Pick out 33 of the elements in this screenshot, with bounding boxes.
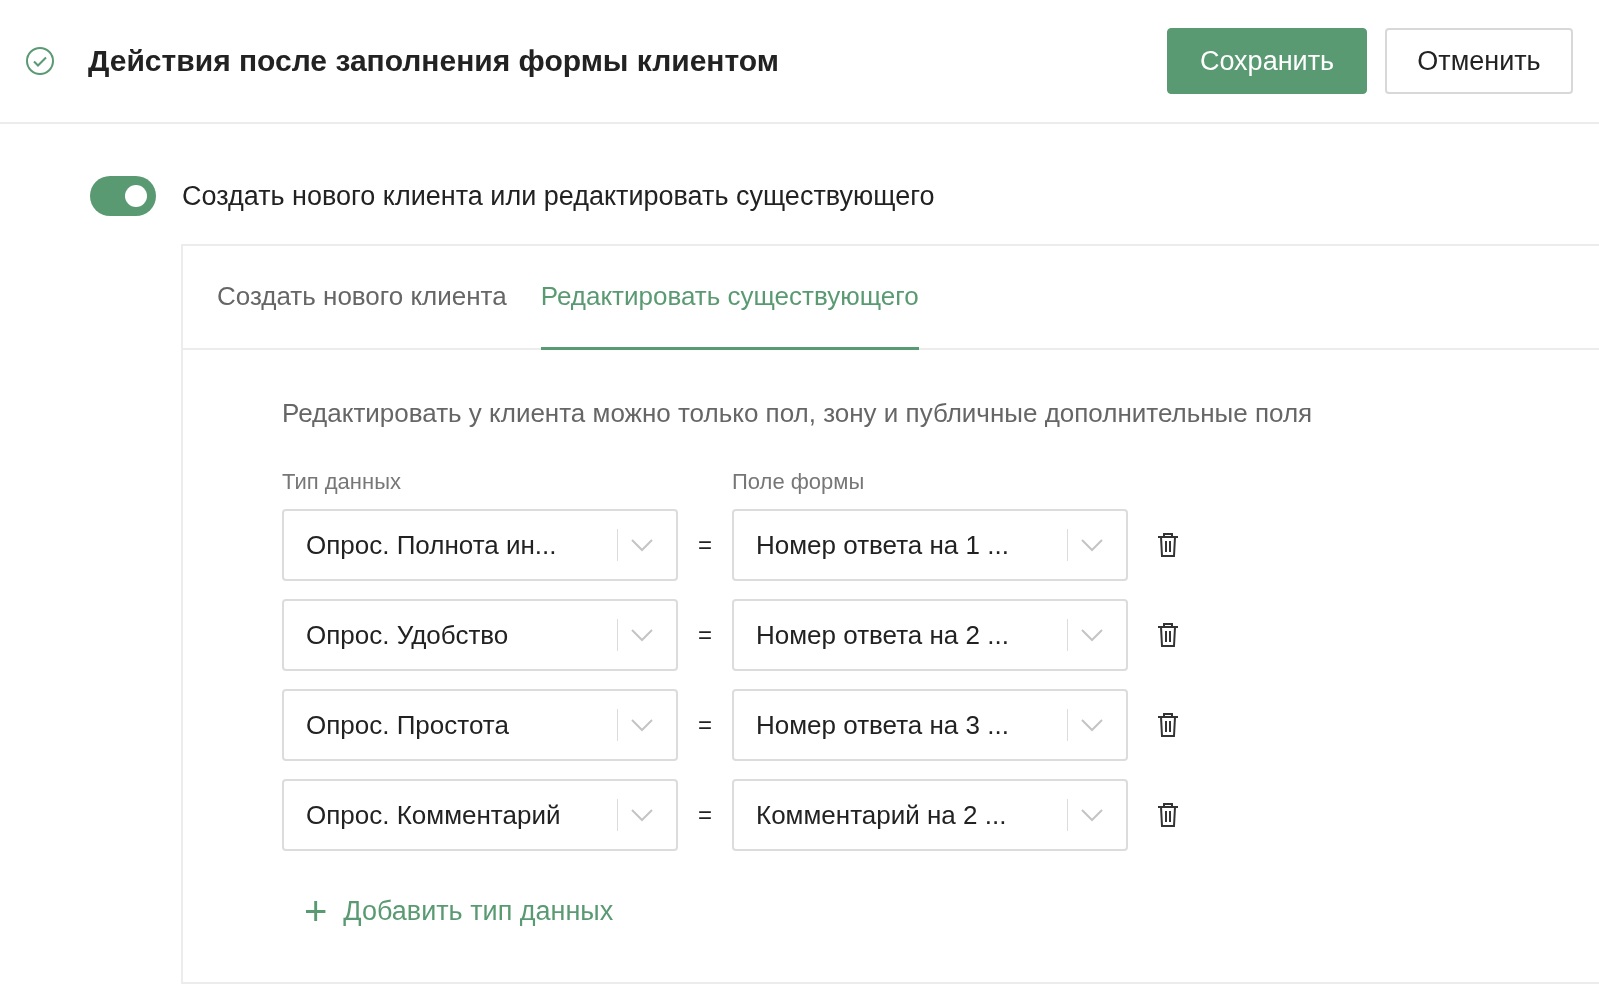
chevron-down-icon bbox=[1080, 718, 1104, 732]
trash-icon[interactable] bbox=[1156, 801, 1180, 829]
form-field-select[interactable]: Номер ответа на 1 ... bbox=[732, 509, 1128, 581]
trash-icon[interactable] bbox=[1156, 711, 1180, 739]
toggle-label: Создать нового клиента или редактировать существующего bbox=[182, 180, 935, 212]
chevron-down-icon bbox=[1080, 808, 1104, 822]
data-type-select[interactable]: Опрос. Простота bbox=[282, 689, 678, 761]
data-type-select[interactable]: Опрос. Полнота ин... bbox=[282, 509, 678, 581]
check-circle-icon bbox=[24, 45, 56, 77]
equals-sign: = bbox=[697, 801, 713, 829]
column-label: Тип данных bbox=[282, 469, 402, 495]
chevron-down-icon bbox=[630, 718, 654, 732]
toggle-switch[interactable] bbox=[90, 176, 156, 216]
equals-sign: = bbox=[697, 531, 713, 559]
trash-icon[interactable] bbox=[1156, 531, 1180, 559]
equals-sign: = bbox=[697, 621, 713, 649]
trash-icon[interactable] bbox=[1156, 621, 1180, 649]
chevron-down-icon bbox=[630, 808, 654, 822]
column-label: Поле формы bbox=[732, 469, 866, 495]
chevron-down-icon bbox=[630, 628, 654, 642]
description-text: Редактировать у клиента можно только пол, зону и публичные дополнительные поля bbox=[282, 398, 1314, 429]
page-title: Действия после заполнения формы клиентом bbox=[88, 44, 780, 78]
form-field-select[interactable]: Номер ответа на 2 ... bbox=[732, 599, 1128, 671]
equals-sign: = bbox=[697, 711, 713, 739]
data-type-select[interactable]: Опрос. Комментарий bbox=[282, 779, 678, 851]
chevron-down-icon bbox=[630, 538, 654, 552]
form-field-select[interactable]: Номер ответа на 3 ... bbox=[732, 689, 1128, 761]
data-type-select[interactable]: Опрос. Удобство bbox=[282, 599, 678, 671]
chevron-down-icon bbox=[1080, 628, 1104, 642]
cancel-button[interactable]: Отменить bbox=[1385, 28, 1573, 94]
tab[interactable]: Создать нового клиента bbox=[217, 246, 507, 350]
form-field-select[interactable]: Комментарий на 2 ... bbox=[732, 779, 1128, 851]
chevron-down-icon bbox=[1080, 538, 1104, 552]
